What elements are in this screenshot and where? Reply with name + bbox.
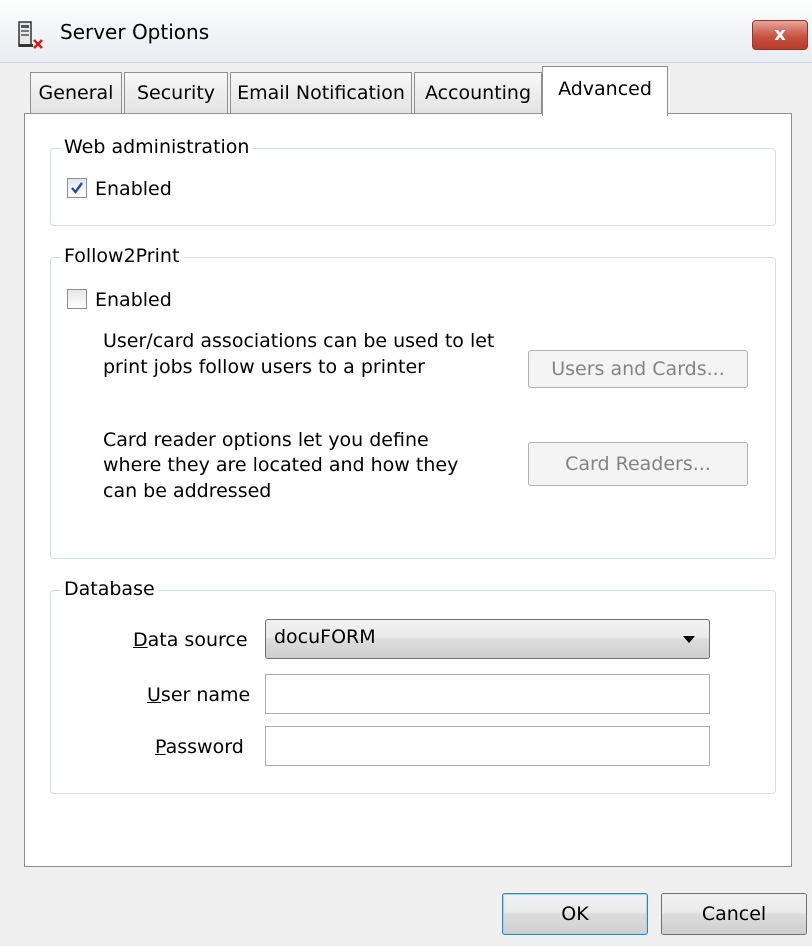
advanced-tab-panel: Web administration Enabled Follow2Print … <box>24 113 792 867</box>
tab-email-notification-label: Email Notification <box>237 82 405 104</box>
users-and-cards-button[interactable]: Users and Cards... <box>528 350 748 388</box>
cancel-button[interactable]: Cancel <box>661 893 807 935</box>
card-readers-description-line3: can be addressed <box>103 480 272 502</box>
web-administration-title: Web administration <box>61 136 253 158</box>
tab-advanced-label: Advanced <box>558 78 652 100</box>
data-source-label: Data source <box>133 629 248 651</box>
ok-button[interactable]: OK <box>502 893 648 935</box>
checkmark-icon <box>71 182 83 194</box>
tab-general-label: General <box>38 82 114 104</box>
close-icon: x <box>774 24 786 45</box>
tab-security-label: Security <box>136 82 216 104</box>
users-cards-description-line1: User/card associations can be used to le… <box>103 330 495 352</box>
card-readers-description-line1: Card reader options let you define <box>103 429 429 451</box>
user-name-input[interactable] <box>265 674 710 714</box>
window-title: Server Options <box>60 20 210 44</box>
database-title: Database <box>61 578 158 600</box>
tab-accounting-label: Accounting <box>424 82 532 104</box>
close-button[interactable]: x <box>752 20 808 50</box>
password-label: Password <box>155 736 244 758</box>
web-admin-enabled-checkbox[interactable] <box>67 178 87 198</box>
card-readers-button[interactable]: Card Readers... <box>528 442 748 486</box>
follow2print-title: Follow2Print <box>61 245 183 267</box>
password-input[interactable] <box>265 726 710 766</box>
data-source-select[interactable]: docuFORM <box>265 619 710 659</box>
follow2print-enabled-checkbox[interactable] <box>67 289 87 309</box>
dropdown-arrow-icon <box>683 636 695 643</box>
printer-app-icon <box>16 20 46 50</box>
tab-security[interactable]: Security <box>124 72 228 114</box>
users-cards-description-line2: print jobs follow users to a printer <box>103 356 425 378</box>
server-options-dialog: Server Options x General Security Email … <box>0 0 812 946</box>
tab-general[interactable]: General <box>30 72 122 114</box>
card-readers-description-line2: where they are located and how they <box>103 454 459 476</box>
tab-accounting[interactable]: Accounting <box>414 72 542 114</box>
user-name-label: User name <box>147 684 251 706</box>
title-bar[interactable]: Server Options x <box>0 0 812 63</box>
follow2print-enabled-label[interactable]: Enabled <box>95 289 172 312</box>
tab-advanced[interactable]: Advanced <box>542 66 668 116</box>
tab-email-notification[interactable]: Email Notification <box>230 72 412 114</box>
web-admin-enabled-label[interactable]: Enabled <box>95 178 172 201</box>
data-source-value: docuFORM <box>274 626 376 648</box>
